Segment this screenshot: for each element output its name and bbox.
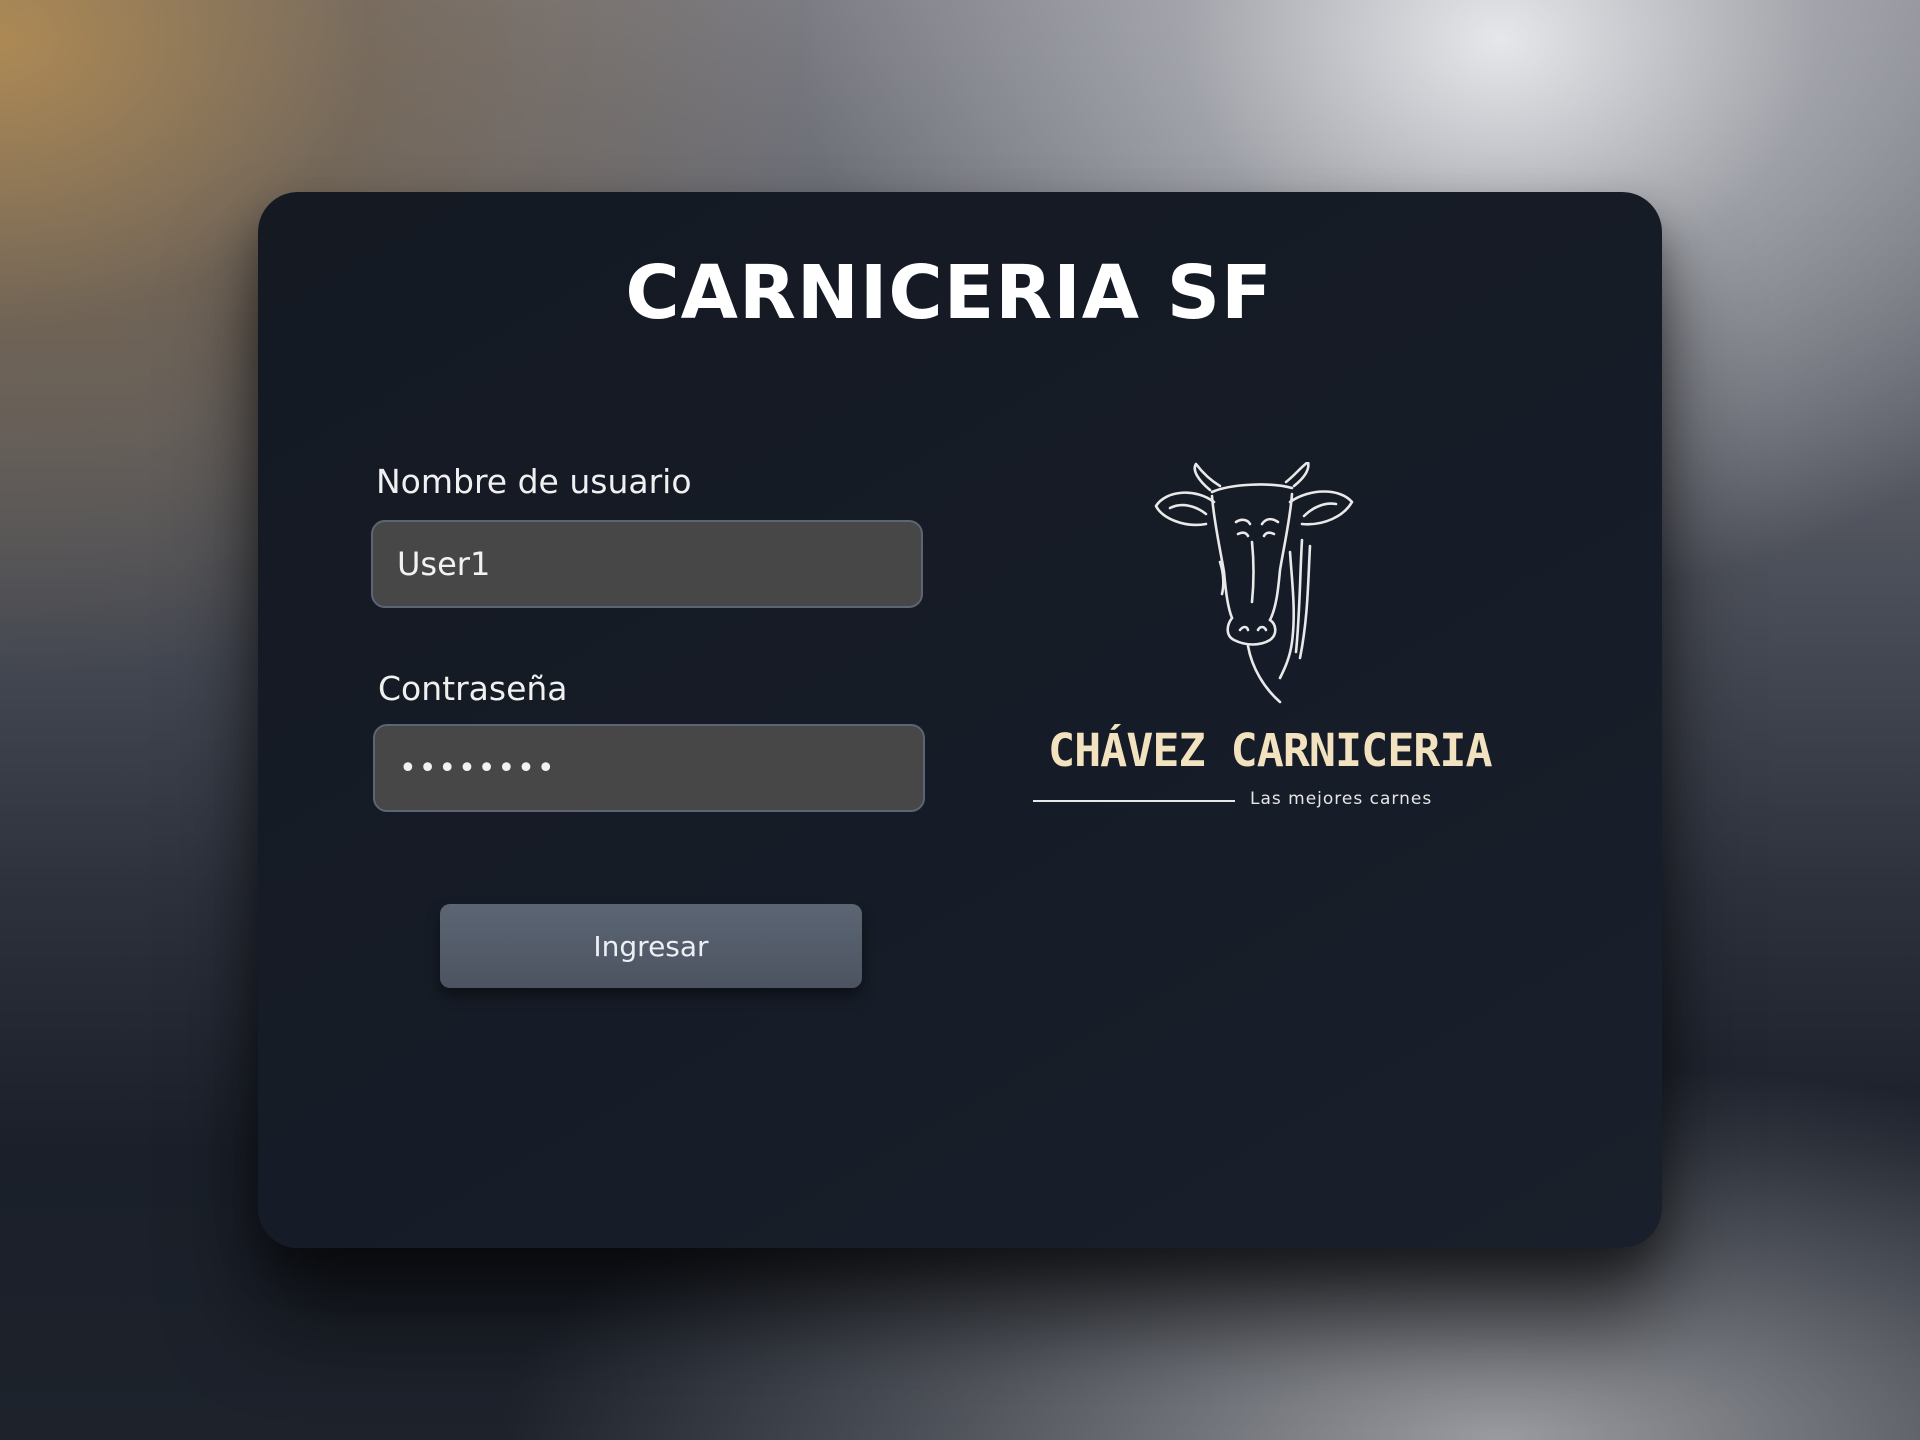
username-field[interactable]	[371, 520, 923, 608]
page-title: CARNICERIA SF	[625, 250, 1273, 336]
cow-head-icon	[1154, 462, 1354, 704]
username-label: Nombre de usuario	[376, 462, 692, 501]
login-button[interactable]: Ingresar	[440, 904, 862, 988]
tagline-divider	[1033, 800, 1235, 802]
brand-name: CHÁVEZ CARNICERIA	[1048, 724, 1493, 777]
brand-logo: CHÁVEZ CARNICERIA Las mejores carnes	[1018, 462, 1493, 822]
password-field[interactable]	[373, 724, 925, 812]
brand-tagline: Las mejores carnes	[1250, 789, 1433, 809]
password-label: Contraseña	[378, 669, 568, 708]
login-card: CARNICERIA SF Nombre de usuario Contrase…	[258, 192, 1662, 1248]
